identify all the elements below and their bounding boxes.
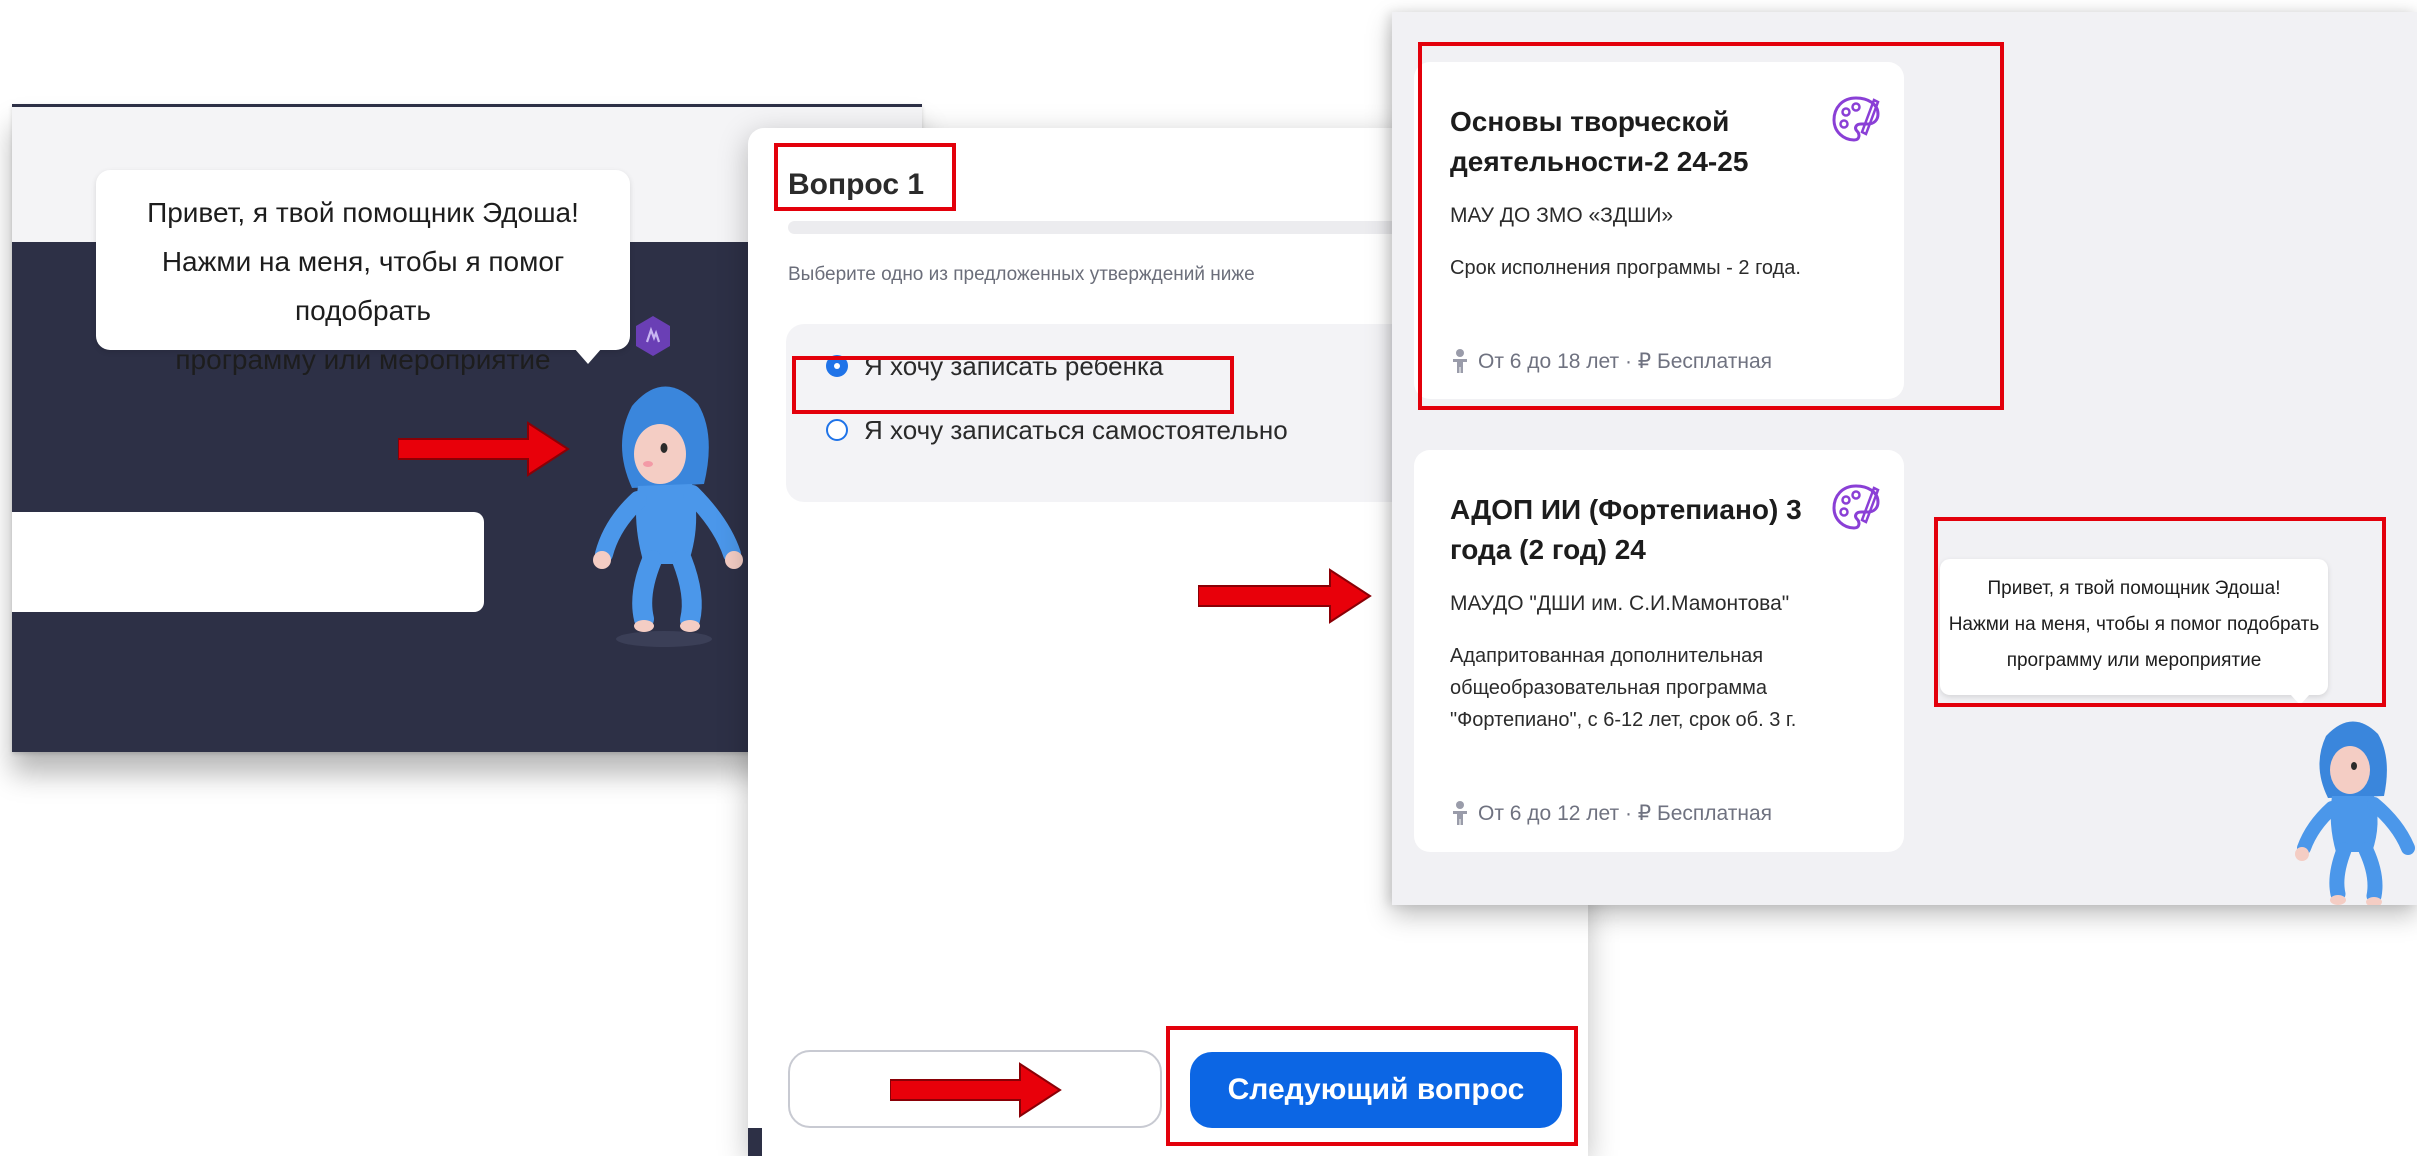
bubble-line-3: программу или мероприятие: [175, 344, 551, 375]
card-title: АДОП ИИ (Фортепиано) 3 года (2 год) 24: [1450, 494, 1802, 565]
child-icon: [1453, 801, 1467, 825]
highlight-first-card: [1418, 42, 2004, 410]
search-input[interactable]: [12, 512, 484, 612]
card-description: Адапритованная дополнительная общеобразо…: [1450, 645, 1797, 731]
panel-corner: [748, 1128, 762, 1156]
bubble-line-2: Нажми на меня, чтобы я помог подобрать: [161, 246, 565, 326]
radio-empty-icon[interactable]: [826, 419, 848, 441]
highlight-next-button: [1166, 1026, 1578, 1146]
option-label: Я хочу записаться самостоятельно: [864, 414, 1288, 445]
mascot-edosha[interactable]: [572, 374, 752, 659]
palette-icon: [1830, 480, 1882, 541]
card-meta: От 6 до 12 лет · ₽ Бесплатная: [1450, 800, 1772, 826]
card-meta-text: От 6 до 12 лет · ₽ Бесплатная: [1478, 801, 1773, 825]
red-arrow: [398, 421, 570, 477]
option-enroll-self[interactable]: Я хочу записаться самостоятельно: [826, 410, 1288, 450]
highlight-selected-option: [792, 356, 1234, 414]
red-arrow: [1198, 568, 1372, 624]
program-card[interactable]: АДОП ИИ (Фортепиано) 3 года (2 год) 24 М…: [1414, 450, 1904, 852]
mascot-edosha[interactable]: [2286, 712, 2417, 905]
bubble-tail: [574, 348, 602, 364]
bubble-line-1: Привет, я твой помощник Эдоша!: [147, 197, 579, 228]
assistant-speech-bubble[interactable]: Привет, я твой помощник Эдоша! Нажми на …: [96, 170, 630, 375]
highlight-assistant-bubble: [1934, 517, 2386, 707]
card-organization: МАУДО "ДШИ им. С.И.Мамонтова": [1450, 592, 1790, 615]
assistant-badge-icon: [634, 314, 672, 363]
highlight-question-title: [774, 143, 956, 211]
red-arrow: [890, 1062, 1062, 1118]
question-hint: Выберите одно из предложенных утверждени…: [788, 264, 1255, 285]
